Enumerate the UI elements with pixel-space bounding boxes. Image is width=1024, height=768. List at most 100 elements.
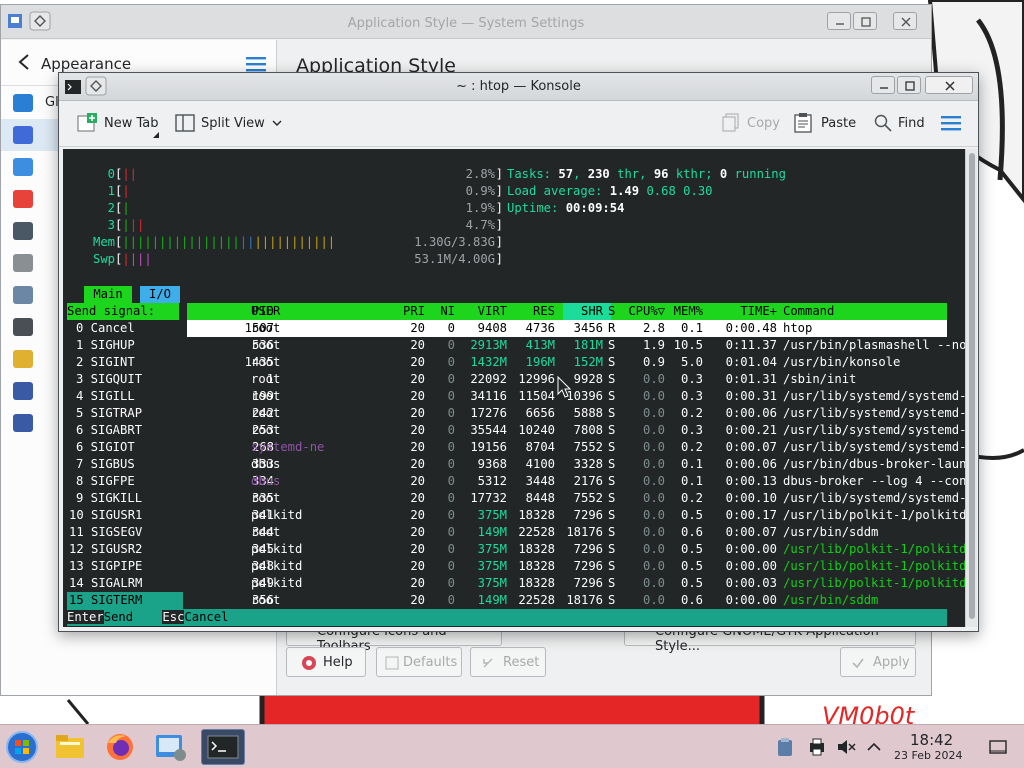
signal-item[interactable]: 5 SIGTRAP	[67, 405, 183, 422]
scrollbar-thumb[interactable]	[969, 153, 975, 619]
signal-item[interactable]: 7 SIGBUS	[67, 456, 183, 473]
cell-time: 0:00.17	[725, 508, 777, 522]
find-button[interactable]: Find	[873, 111, 929, 137]
table-row[interactable]: 345 polkitd 20 0 375M 18328 7296 S 0.0 0.5 0:00.00…	[187, 541, 965, 558]
signal-item[interactable]: 8 SIGFPE	[67, 473, 183, 490]
table-row[interactable]: 334 dbus 20 0 5312 3448 2176 S 0.0 0.1 0:00.13 dbus…	[187, 473, 965, 490]
cell-cpu: 0.0	[642, 508, 665, 522]
terminal-view[interactable]: 0[|| 2.8%] 1[| 0.9%] 2[| 1.9%] 3[||| 4.7%] Mem[|…	[63, 149, 965, 627]
tab-main[interactable]: Main	[84, 286, 132, 303]
apply-button[interactable]: Apply	[840, 647, 916, 677]
start-menu-button[interactable]	[2, 729, 46, 765]
column-header-virt[interactable]: VIRT	[459, 303, 507, 320]
signal-item[interactable]: 13 SIGPIPE	[67, 558, 183, 575]
cell-mem: 0.2	[680, 491, 703, 505]
column-header-user[interactable]: USER	[251, 303, 347, 320]
cell-res: 22528	[518, 525, 555, 539]
column-header-time[interactable]: TIME+	[709, 303, 777, 320]
apply-label: Apply	[873, 655, 910, 670]
column-header-cpu[interactable]: CPU%▽	[625, 303, 665, 320]
signal-item[interactable]: 0 Cancel	[67, 320, 183, 337]
table-row[interactable]: 1435 root 20 0 1432M 196M 152M S 0.9 5.0 0:01.04/u…	[187, 354, 947, 371]
defaults-icon	[385, 656, 399, 674]
signal-item[interactable]: 6 SIGIOT	[67, 439, 183, 456]
reset-button[interactable]: Reset	[470, 647, 546, 677]
settings-titlebar[interactable]: Application Style — System Settings	[1, 5, 931, 39]
signal-item[interactable]: 1 SIGHUP	[67, 337, 183, 354]
column-header-s[interactable]: S	[608, 303, 623, 320]
close-button[interactable]	[893, 12, 917, 30]
table-row[interactable]: 253 root 20 0 35544 10240 7808 S 0.0 0.3 0:00.21/u…	[187, 422, 965, 439]
cell-virt: 149M	[477, 525, 507, 539]
cell-s: S	[608, 338, 616, 352]
maximize-button[interactable]	[897, 76, 921, 94]
minimize-button[interactable]	[827, 12, 851, 30]
defaults-button[interactable]: Defaults	[376, 647, 462, 677]
table-row[interactable]: 536 root 20 0 2913M 413M 181M S 1.9 10.5 0:11.37/u…	[187, 337, 965, 354]
signal-item[interactable]: 11 SIGSEGV	[67, 524, 183, 541]
table-row[interactable]: 348 polkitd 20 0 375M 18328 7296 S 0.0 0.5 0:00.00…	[187, 558, 965, 575]
table-row[interactable]: 333 dbus 20 0 9368 4100 3328 S 0.0 0.1 0:00.06/usr…	[187, 456, 965, 473]
cell-shr: 18176	[566, 593, 603, 607]
table-row[interactable]: 341 polkitd 20 0 375M 18328 7296 S 0.0 0.5 0:00.17…	[187, 507, 965, 524]
table-row[interactable]: 242 root 20 0 17276 6656 5888 S 0.0 0.2 0:00.06/us…	[187, 405, 965, 422]
signal-item[interactable]: 14 SIGALRM	[67, 575, 183, 592]
meter-bracket: ]	[495, 252, 503, 266]
tab-io[interactable]: I/O	[140, 286, 180, 303]
column-header-mem[interactable]: MEM%	[669, 303, 703, 320]
back-arrow-icon[interactable]	[17, 53, 31, 75]
split-view-button[interactable]: Split View	[175, 111, 285, 137]
column-header-cmd[interactable]: Command	[783, 303, 947, 320]
signal-item[interactable]: 12 SIGUSR2	[67, 541, 183, 558]
clock-date[interactable]: 23 Feb 2024	[894, 749, 962, 762]
table-row[interactable]: 344 root 20 0 149M 22528 18176 S 0.0 0.6 0:00.07/u…	[187, 524, 947, 541]
volume-muted-icon[interactable]	[836, 737, 856, 761]
cancel-action[interactable]: Cancel	[184, 610, 228, 624]
column-header-shr[interactable]: SHR	[559, 303, 603, 320]
maximize-button[interactable]	[853, 12, 877, 30]
taskbar-firefox[interactable]	[100, 729, 144, 765]
show-desktop-icon[interactable]	[988, 737, 1008, 761]
printer-icon[interactable]	[808, 737, 826, 761]
signal-item[interactable]: 15 SIGTERM	[67, 592, 183, 609]
signal-item[interactable]: 9 SIGKILL	[67, 490, 183, 507]
signal-item[interactable]: 2 SIGINT	[67, 354, 183, 371]
cell-user: root	[251, 491, 281, 505]
signal-item[interactable]: 10 SIGUSR1	[67, 507, 183, 524]
close-button[interactable]	[925, 76, 973, 94]
hamburger-menu-button[interactable]	[941, 111, 963, 137]
signal-item[interactable]: 6 SIGABRT	[67, 422, 183, 439]
column-header-pri[interactable]: PRI	[387, 303, 425, 320]
clock-time[interactable]: 18:42	[910, 731, 953, 749]
paste-button[interactable]: Paste	[793, 111, 857, 137]
column-header-ni[interactable]: NI	[432, 303, 455, 320]
konsole-titlebar[interactable]: ~ : htop — Konsole	[59, 73, 978, 101]
search-icon	[873, 113, 893, 137]
help-button[interactable]: Help	[286, 647, 366, 677]
taskbar-file-manager[interactable]	[50, 729, 94, 765]
cell-cpu: 0.0	[642, 542, 665, 556]
table-row[interactable]: 1507 root 20 0 9408 4736 3456 R 2.8 0.1 0:00.48 hto…	[187, 320, 947, 337]
cell-cmd: dbus-broker --log 4 --contro	[783, 474, 965, 488]
cell-cpu: 0.0	[642, 474, 665, 488]
terminal-scrollbar[interactable]	[965, 149, 977, 627]
minimize-button[interactable]	[871, 76, 895, 94]
cell-cpu: 0.0	[642, 559, 665, 573]
table-row[interactable]: 335 root 20 0 17732 8448 7552 S 0.0 0.2 0:00.10/us…	[187, 490, 965, 507]
table-row[interactable]: 268 systemd-ne 20 0 19156 8704 7552 S 0.0 0.2 0:00…	[187, 439, 965, 456]
table-row[interactable]: 349 polkitd 20 0 375M 18328 7296 S 0.0 0.5 0:00.03…	[187, 575, 965, 592]
chevron-up-icon[interactable]	[866, 737, 882, 761]
send-action[interactable]: Send	[104, 610, 133, 624]
signal-item[interactable]: 4 SIGILL	[67, 388, 183, 405]
taskbar-system-settings[interactable]	[150, 729, 194, 765]
clipboard-icon[interactable]	[776, 737, 794, 761]
signal-item[interactable]: 3 SIGQUIT	[67, 371, 183, 388]
load-average-line: Load average: 1.49 0.68 0.30	[507, 184, 713, 198]
table-row[interactable]: 356 root 20 0 149M 22528 18176 S 0.0 0.6 0:00.00/u…	[187, 592, 947, 609]
cell-res: 413M	[525, 338, 555, 352]
new-tab-button[interactable]: New Tab	[77, 111, 163, 138]
copy-button[interactable]: Copy	[721, 111, 781, 137]
column-header-res[interactable]: RES	[512, 303, 555, 320]
cell-cmd: /usr/bin/konsole	[783, 355, 901, 369]
taskbar-konsole[interactable]	[201, 729, 245, 765]
